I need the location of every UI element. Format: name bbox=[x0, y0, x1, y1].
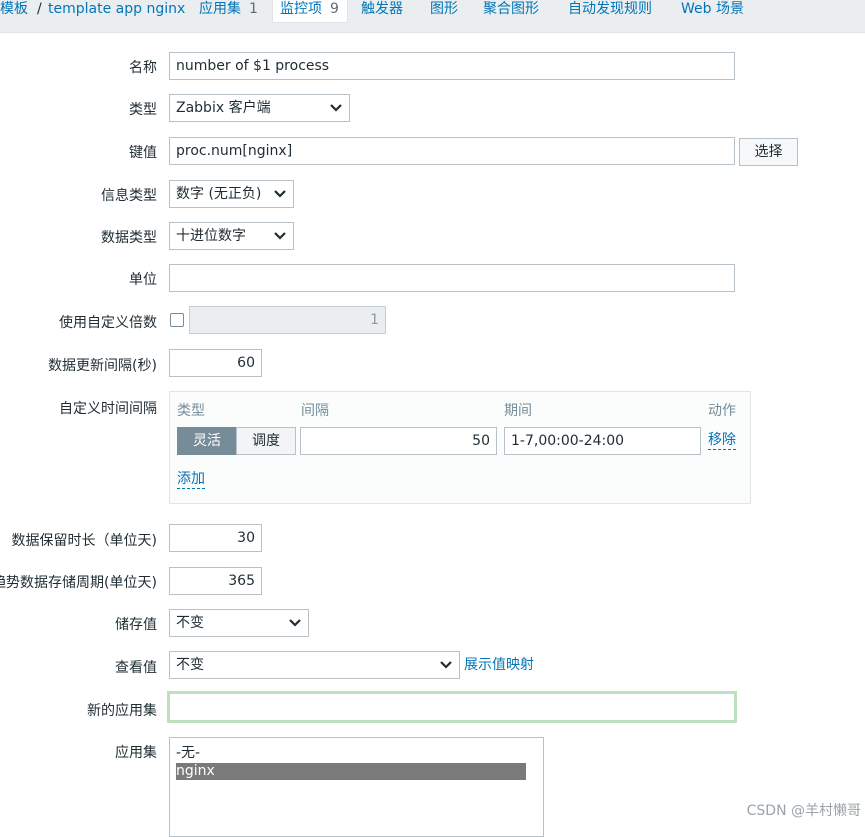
application-option-none[interactable]: -无- bbox=[176, 745, 526, 762]
show-value-select-value: 不变 bbox=[176, 657, 204, 673]
tab-applications[interactable]: 应用集 bbox=[199, 0, 241, 18]
custom-intervals-table: 类型 间隔 期间 动作 灵活 调度 50 1-7,00:00-24:00 移除 … bbox=[169, 391, 751, 504]
name-label: 名称 bbox=[129, 60, 157, 76]
scheduling-toggle[interactable]: 调度 bbox=[236, 427, 296, 455]
breadcrumb-template-name[interactable]: template app nginx bbox=[48, 0, 185, 18]
tab-graphs[interactable]: 图形 bbox=[430, 0, 458, 18]
info-type-label: 信息类型 bbox=[101, 188, 157, 204]
data-type-select-value: 十进位数字 bbox=[176, 228, 246, 244]
chevron-down-icon bbox=[274, 190, 286, 198]
show-value-mappings-link[interactable]: 展示值映射 bbox=[464, 657, 534, 674]
custom-interval-input[interactable]: 50 bbox=[300, 427, 497, 455]
data-type-label: 数据类型 bbox=[101, 230, 157, 246]
data-type-select[interactable]: 十进位数字 bbox=[169, 222, 294, 250]
store-value-label: 储存值 bbox=[115, 617, 157, 633]
breadcrumb-templates[interactable]: 模板 bbox=[0, 0, 28, 18]
name-input[interactable]: number of $1 process bbox=[169, 52, 735, 80]
multiplier-input: 1 bbox=[189, 306, 386, 334]
chevron-down-icon bbox=[440, 661, 452, 669]
show-value-label: 查看值 bbox=[115, 660, 157, 676]
key-input[interactable]: proc.num[nginx] bbox=[169, 137, 735, 165]
update-interval-input[interactable]: 60 bbox=[169, 349, 262, 377]
col-header-type: 类型 bbox=[177, 403, 205, 419]
tab-items[interactable]: 监控项 bbox=[280, 0, 322, 18]
select-key-button[interactable]: 选择 bbox=[739, 138, 798, 166]
watermark-text: CSDN @羊村懒哥 bbox=[746, 803, 861, 819]
info-type-select[interactable]: 数字 (无正负) bbox=[169, 180, 294, 208]
new-application-input[interactable] bbox=[167, 691, 737, 723]
type-label: 类型 bbox=[129, 102, 157, 118]
col-header-action: 动作 bbox=[708, 403, 736, 419]
info-type-select-value: 数字 (无正负) bbox=[176, 186, 262, 202]
tab-applications-count: 1 bbox=[249, 1, 258, 17]
multiplier-checkbox[interactable] bbox=[170, 313, 184, 327]
store-value-select[interactable]: 不变 bbox=[169, 609, 309, 637]
key-label: 键值 bbox=[129, 145, 157, 161]
remove-interval-link[interactable]: 移除 bbox=[708, 432, 736, 450]
application-option-nginx[interactable]: nginx bbox=[176, 763, 526, 780]
custom-intervals-label: 自定义时间间隔 bbox=[59, 401, 157, 417]
chevron-down-icon bbox=[330, 104, 342, 112]
applications-listbox[interactable]: -无- nginx bbox=[169, 737, 544, 837]
add-interval-link[interactable]: 添加 bbox=[177, 471, 205, 489]
tab-triggers[interactable]: 触发器 bbox=[361, 0, 403, 18]
trends-input[interactable]: 365 bbox=[169, 567, 262, 595]
units-label: 单位 bbox=[129, 272, 157, 288]
tab-web-scenarios[interactable]: Web 场景 bbox=[681, 0, 744, 18]
show-value-select[interactable]: 不变 bbox=[169, 651, 460, 679]
chevron-down-icon bbox=[289, 619, 301, 627]
multiplier-label: 使用自定义倍数 bbox=[59, 315, 157, 331]
breadcrumb-separator: / bbox=[37, 1, 42, 17]
new-application-label: 新的应用集 bbox=[87, 703, 157, 719]
trends-label: 趋势数据存储周期(单位天) bbox=[0, 575, 157, 591]
type-select[interactable]: Zabbix 客户端 bbox=[169, 94, 350, 122]
update-interval-label: 数据更新间隔(秒) bbox=[48, 358, 157, 374]
store-value-select-value: 不变 bbox=[176, 615, 204, 631]
flexible-toggle[interactable]: 灵活 bbox=[177, 427, 237, 455]
template-nav-bar: 模板 / template app nginx 应用集 1 监控项 9 触发器 … bbox=[0, 0, 865, 33]
chevron-down-icon bbox=[274, 232, 286, 240]
history-label: 数据保留时长（单位天) bbox=[11, 533, 157, 549]
tab-screens[interactable]: 聚合图形 bbox=[483, 0, 539, 18]
type-select-value: Zabbix 客户端 bbox=[176, 100, 271, 116]
custom-period-input[interactable]: 1-7,00:00-24:00 bbox=[504, 427, 701, 455]
col-header-period: 期间 bbox=[504, 403, 532, 419]
history-input[interactable]: 30 bbox=[169, 524, 262, 552]
applications-label: 应用集 bbox=[115, 745, 157, 761]
tab-items-count: 9 bbox=[330, 1, 339, 17]
col-header-interval: 间隔 bbox=[301, 403, 329, 419]
tab-discovery-rules[interactable]: 自动发现规则 bbox=[568, 0, 652, 18]
units-input[interactable] bbox=[169, 264, 735, 292]
